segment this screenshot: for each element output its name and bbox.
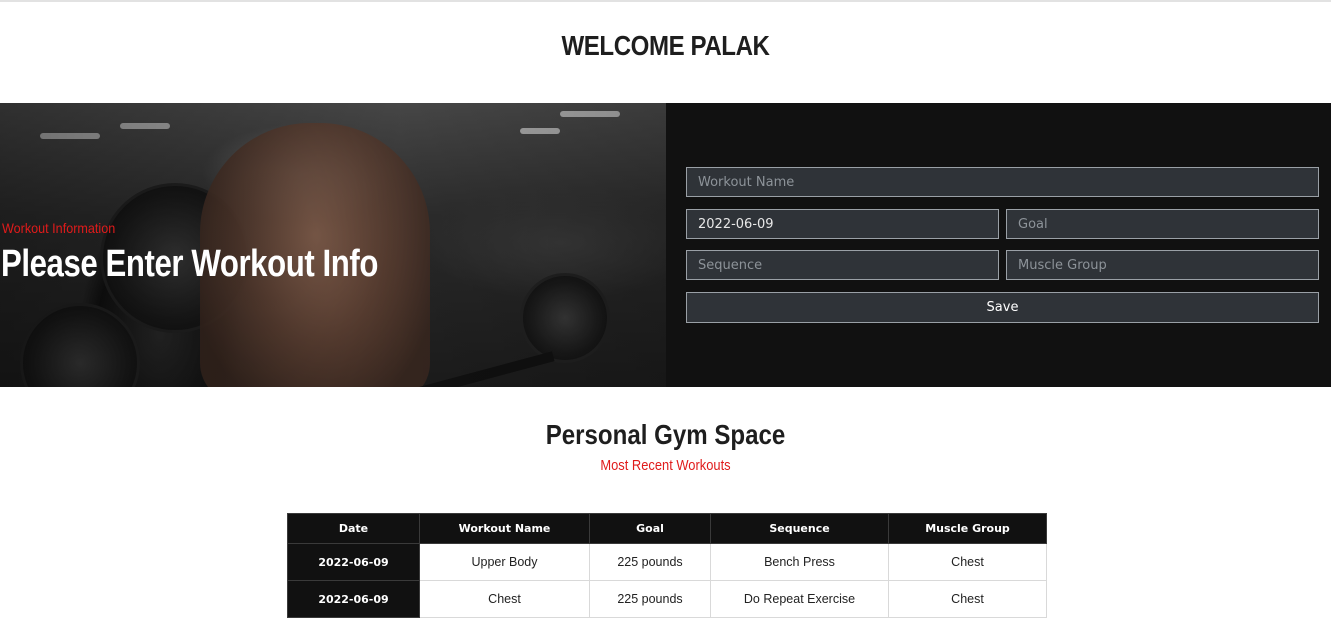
workout-date-input[interactable] bbox=[686, 209, 999, 239]
cell-sequence: Bench Press bbox=[710, 543, 889, 581]
cell-muscle-group: Chest bbox=[888, 543, 1047, 581]
cell-workout-name: Upper Body bbox=[419, 543, 590, 581]
header-workout-name: Workout Name bbox=[419, 513, 590, 544]
sequence-input[interactable] bbox=[686, 250, 999, 280]
table-row: 2022-06-09 Chest 225 pounds Do Repeat Ex… bbox=[287, 580, 1047, 618]
hero-kicker: Workout Information bbox=[2, 220, 116, 236]
cell-date: 2022-06-09 bbox=[287, 543, 420, 581]
header-date: Date bbox=[287, 513, 420, 544]
workout-name-input[interactable] bbox=[686, 167, 1319, 197]
save-button[interactable]: Save bbox=[686, 292, 1319, 323]
cell-goal: 225 pounds bbox=[589, 543, 711, 581]
muscle-group-input[interactable] bbox=[1006, 250, 1319, 280]
hero-heading: Please Enter Workout Info bbox=[1, 243, 379, 285]
hero-section: Workout Information Please Enter Workout… bbox=[0, 103, 1331, 387]
workouts-table: Date Workout Name Goal Sequence Muscle G… bbox=[287, 513, 1047, 618]
table-header-row: Date Workout Name Goal Sequence Muscle G… bbox=[287, 513, 1047, 544]
cell-sequence: Do Repeat Exercise bbox=[710, 580, 889, 618]
header-sequence: Sequence bbox=[710, 513, 889, 544]
goal-input[interactable] bbox=[1006, 209, 1319, 239]
cell-muscle-group: Chest bbox=[888, 580, 1047, 618]
section-title: Personal Gym Space bbox=[545, 419, 786, 450]
gym-hero-image: Workout Information Please Enter Workout… bbox=[0, 103, 666, 387]
table-row: 2022-06-09 Upper Body 225 pounds Bench P… bbox=[287, 543, 1047, 581]
header-goal: Goal bbox=[589, 513, 711, 544]
cell-goal: 225 pounds bbox=[589, 580, 711, 618]
cell-date: 2022-06-09 bbox=[287, 580, 420, 618]
cell-workout-name: Chest bbox=[419, 580, 590, 618]
section-subtitle: Most Recent Workouts bbox=[600, 457, 731, 474]
welcome-heading: WELCOME PALAK bbox=[561, 30, 770, 61]
header-muscle-group: Muscle Group bbox=[888, 513, 1047, 544]
top-divider bbox=[0, 0, 1331, 2]
workout-form: Save bbox=[666, 103, 1331, 387]
